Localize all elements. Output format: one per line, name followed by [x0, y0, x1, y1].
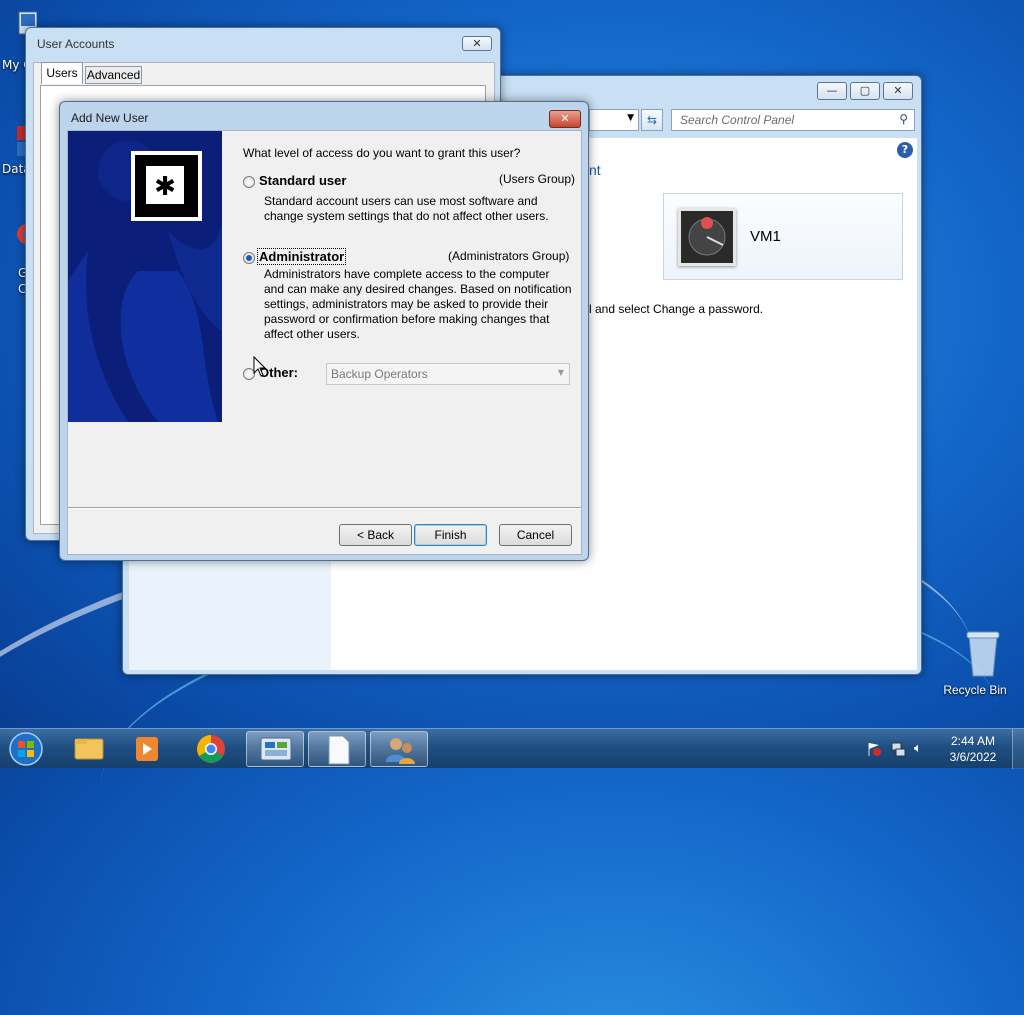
- taskbar: 🔈︎ 2:44 AM 3/6/2022: [0, 728, 1024, 769]
- description-line: affect other users.: [264, 327, 360, 341]
- access-question: What level of access do you want to gran…: [243, 146, 521, 160]
- refresh-icon: ⇆: [646, 113, 658, 127]
- svg-text:✱: ✱: [154, 172, 176, 202]
- standard-user-description: Standard account users can use most soft…: [264, 194, 549, 224]
- taskbar-notepad[interactable]: [308, 731, 366, 767]
- taskbar-media-player[interactable]: [118, 731, 176, 767]
- finish-button[interactable]: Finish: [414, 524, 487, 546]
- description-line: and can make any desired changes. Based …: [264, 282, 572, 296]
- chevron-down-icon[interactable]: ▼: [627, 113, 634, 123]
- chevron-down-icon: ▼: [557, 368, 564, 377]
- administrator-group: (Administrators Group): [448, 249, 570, 263]
- taskbar-user-accounts[interactable]: [370, 731, 428, 767]
- other-group-value: Backup Operators: [331, 367, 428, 381]
- help-icon[interactable]: ?: [897, 142, 913, 158]
- clock-date: 3/6/2022: [949, 750, 997, 764]
- tab-users[interactable]: Users: [41, 62, 83, 84]
- close-button[interactable]: ✕: [462, 36, 492, 51]
- taskbar-file-explorer[interactable]: [60, 731, 118, 767]
- description-line: password or confirmation before making c…: [264, 312, 550, 326]
- desktop-icon-label: Recycle Bin: [943, 683, 1007, 697]
- control-panel-icon: [260, 737, 292, 761]
- minimize-button[interactable]: —: [817, 82, 847, 100]
- cancel-button[interactable]: Cancel: [499, 524, 572, 546]
- description-line: change system settings that do not affec…: [264, 209, 549, 223]
- task-link[interactable]: nt: [589, 162, 601, 178]
- close-button[interactable]: ✕: [549, 110, 581, 128]
- refresh-button[interactable]: ⇆: [641, 109, 663, 131]
- dialog-body: ✱ What level of access do you want to gr…: [67, 130, 582, 555]
- keyboard-key-icon: ✱: [144, 164, 186, 206]
- window-title: User Accounts: [37, 37, 115, 51]
- user-avatar: [678, 208, 736, 266]
- other-group-select[interactable]: Backup Operators ▼: [326, 363, 570, 385]
- volume-icon[interactable]: 🔈︎: [914, 741, 930, 757]
- start-button[interactable]: [6, 730, 46, 768]
- folder-icon: [74, 738, 104, 760]
- turntable-icon: [688, 217, 726, 256]
- wizard-banner: ✱: [68, 131, 222, 422]
- network-icon-glyph: [891, 742, 906, 757]
- taskbar-chrome[interactable]: [182, 731, 240, 767]
- network-icon[interactable]: [890, 741, 906, 757]
- user-tile[interactable]: VM1: [663, 193, 903, 280]
- administrator-label[interactable]: Administrator: [256, 248, 347, 265]
- clock[interactable]: 2:44 AM 3/6/2022: [940, 733, 1006, 765]
- flag-icon: [868, 743, 881, 756]
- divider: [68, 507, 581, 509]
- chrome-icon: [197, 735, 225, 763]
- close-button[interactable]: ✕: [883, 82, 913, 100]
- users-icon: [386, 738, 415, 764]
- search-input[interactable]: Search Control Panel ⚲: [671, 109, 915, 131]
- maximize-button[interactable]: ▢: [850, 82, 880, 100]
- show-desktop-button[interactable]: [1012, 729, 1024, 769]
- tab-advanced[interactable]: Advanced: [85, 66, 142, 84]
- address-bar[interactable]: ▼: [589, 109, 639, 131]
- document-icon: [328, 735, 350, 765]
- back-button[interactable]: < Back: [339, 524, 412, 546]
- description-line: Administrators have complete access to t…: [264, 267, 550, 281]
- standard-user-label[interactable]: Standard user: [259, 173, 346, 188]
- search-icon[interactable]: ⚲: [899, 112, 908, 126]
- add-new-user-dialog: Add New User ✕ ✱ What level of access do…: [59, 101, 589, 561]
- standard-user-radio[interactable]: [243, 176, 255, 188]
- description-line: settings, administrators may be asked to…: [264, 297, 549, 311]
- media-player-icon: [136, 737, 158, 761]
- key-icon: ✱: [131, 151, 202, 221]
- password-hint: l and select Change a password.: [589, 302, 764, 316]
- administrator-description: Administrators have complete access to t…: [264, 267, 572, 342]
- administrator-radio[interactable]: [243, 252, 255, 264]
- speaker-icon: 🔈︎: [914, 741, 922, 756]
- user-name: VM1: [750, 228, 781, 245]
- search-placeholder: Search Control Panel: [680, 113, 795, 127]
- recycle-bin-icon: [966, 631, 999, 677]
- windows-logo-icon: [9, 732, 43, 766]
- desktop-icon-recycle-bin[interactable]: Recycle Bin: [940, 628, 1010, 697]
- standard-user-group: (Users Group): [499, 172, 576, 186]
- mouse-cursor-icon: [253, 356, 267, 377]
- taskbar-control-panel[interactable]: [246, 731, 304, 767]
- dialog-title: Add New User: [71, 111, 149, 125]
- clock-time: 2:44 AM: [950, 734, 996, 748]
- action-center-icon[interactable]: [866, 741, 882, 757]
- description-line: Standard account users can use most soft…: [264, 194, 538, 208]
